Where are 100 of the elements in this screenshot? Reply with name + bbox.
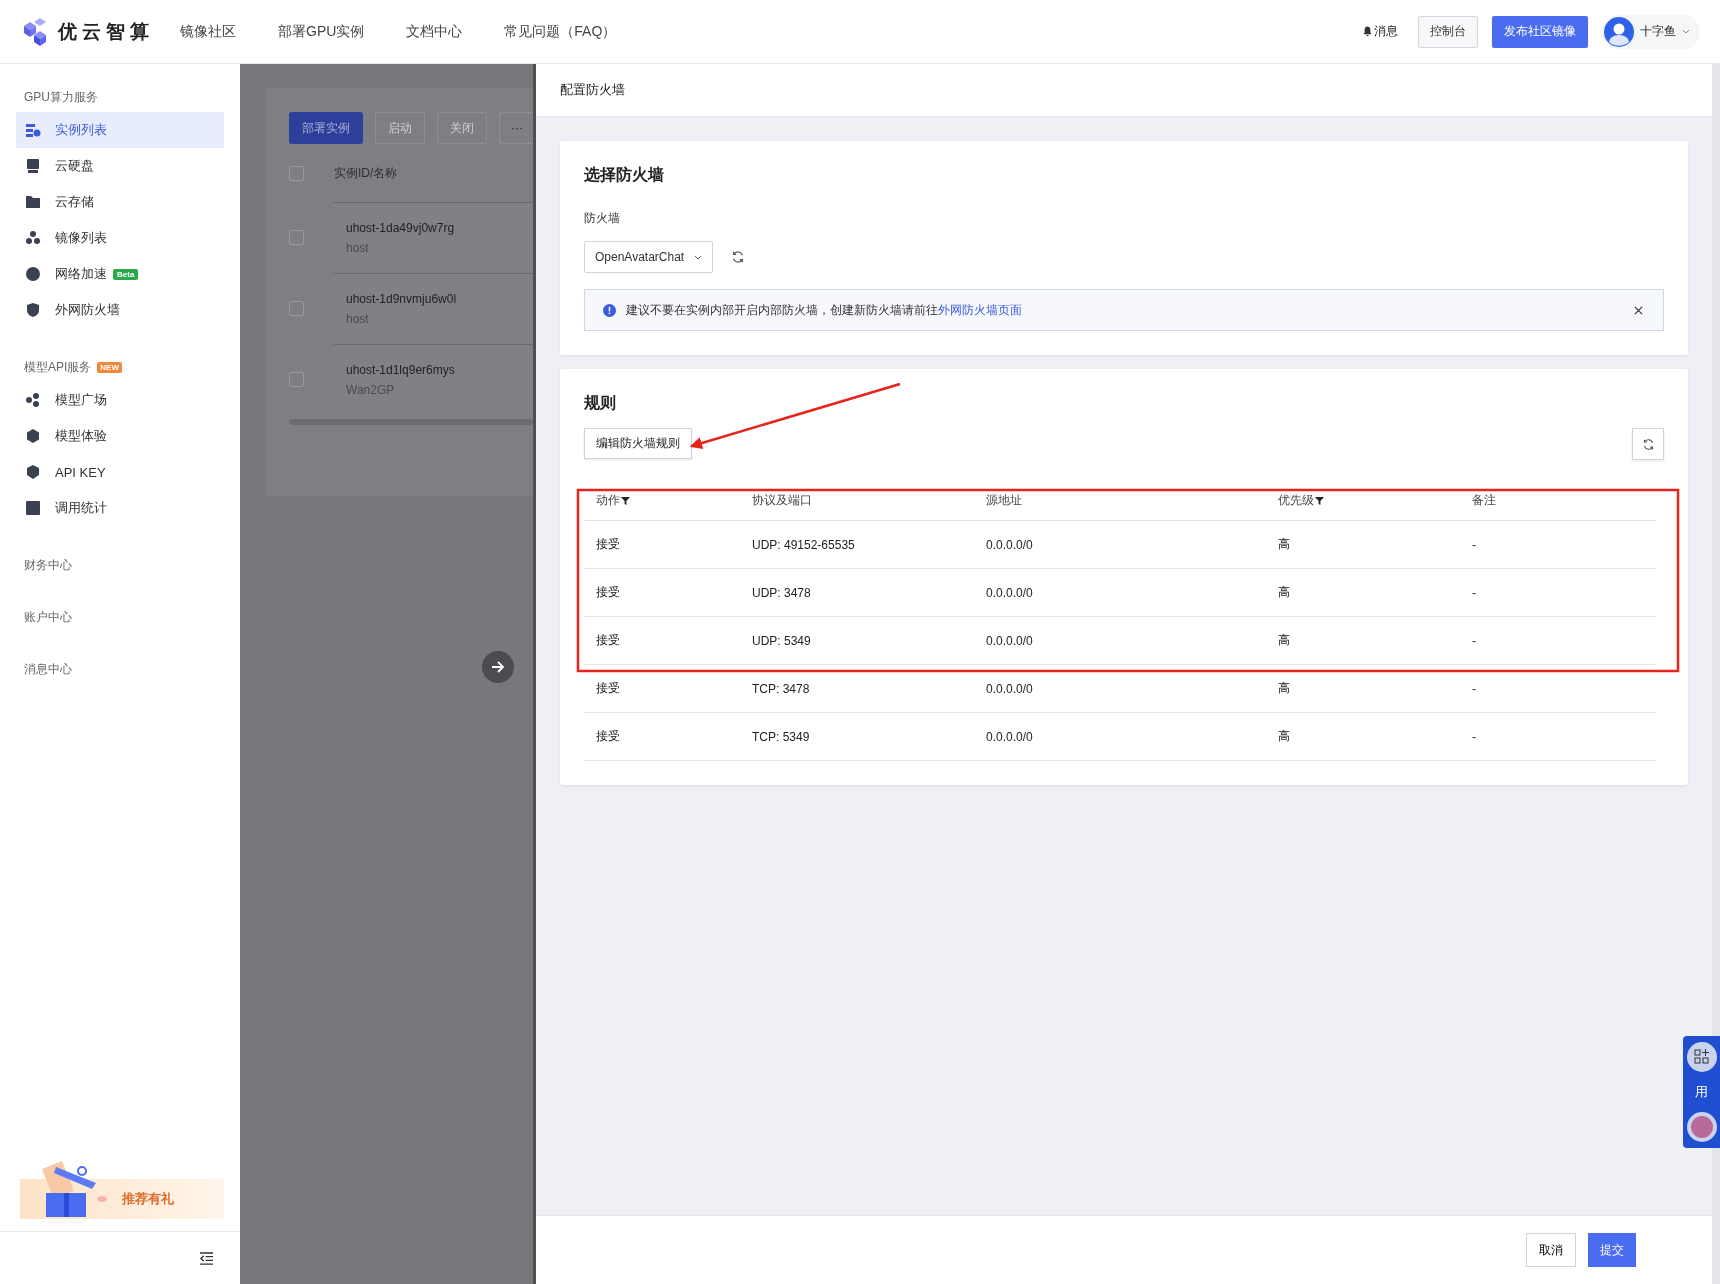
arrow-right-button[interactable] bbox=[482, 651, 514, 683]
qr-icon bbox=[1686, 1041, 1717, 1072]
publish-image-button[interactable]: 发布社区镜像 bbox=[1492, 15, 1588, 48]
cubes-icon bbox=[25, 230, 41, 246]
table-cell: 接受 bbox=[596, 584, 620, 601]
sidebar-item[interactable]: 模型体验 bbox=[16, 418, 224, 454]
new-badge: NEW bbox=[97, 361, 122, 373]
server-icon bbox=[25, 122, 41, 138]
collapse-menu-icon[interactable] bbox=[199, 1251, 214, 1265]
info-icon bbox=[603, 303, 616, 317]
drawer-title: 配置防火墙 bbox=[560, 81, 625, 99]
section-title: 模型API服务 bbox=[24, 358, 92, 376]
table-cell: 接受 bbox=[596, 728, 620, 745]
column-header: 实例ID/名称 bbox=[334, 164, 398, 182]
folder-icon bbox=[25, 194, 41, 210]
table-cell: UDP: 49152-65535 bbox=[752, 537, 855, 552]
checkbox[interactable] bbox=[289, 165, 304, 181]
cube-icon bbox=[25, 428, 41, 444]
field-label: 防火墙 bbox=[584, 210, 621, 227]
table-cell: - bbox=[1472, 729, 1476, 744]
table-cell: 接受 bbox=[596, 632, 620, 649]
table-cell: UDP: 5349 bbox=[752, 633, 811, 648]
section-title: 消息中心 bbox=[24, 660, 72, 678]
column-header[interactable]: 优先级 bbox=[1278, 491, 1324, 509]
column-header: 源地址 bbox=[986, 491, 1022, 509]
refresh-button[interactable] bbox=[1632, 428, 1664, 460]
filter-icon[interactable] bbox=[621, 495, 630, 505]
filter-icon[interactable] bbox=[1315, 495, 1324, 505]
close-icon[interactable] bbox=[1634, 305, 1643, 315]
nav-link[interactable]: 镜像社区 bbox=[180, 22, 236, 41]
avatar-icon bbox=[1604, 16, 1634, 47]
column-header: 协议及端口 bbox=[752, 491, 812, 509]
firewall-page-link[interactable]: 外网防火墙页面 bbox=[938, 302, 1022, 317]
checkbox[interactable] bbox=[289, 230, 304, 245]
sidebar-item[interactable]: 模型广场 bbox=[16, 382, 224, 418]
column-header: 备注 bbox=[1472, 491, 1496, 509]
table-cell: - bbox=[1472, 585, 1476, 600]
section-title: 账户中心 bbox=[24, 608, 72, 626]
chevron-down-icon bbox=[1682, 29, 1690, 34]
sidebar-item[interactable]: 镜像列表 bbox=[16, 220, 224, 256]
submit-button[interactable]: 提交 bbox=[1588, 1233, 1636, 1267]
table-cell: 接受 bbox=[596, 536, 620, 553]
table-cell: 接受 bbox=[596, 680, 620, 697]
notice-text: 建议不要在实例内部开启内部防火墙，创建新防火墙请前往外网防火墙页面 bbox=[626, 301, 1022, 319]
table-cell: 高 bbox=[1278, 584, 1290, 601]
table-cell: 0.0.0.0/0 bbox=[986, 585, 1033, 600]
arrow-right-icon bbox=[491, 660, 505, 674]
messages-link[interactable]: 消息 bbox=[1363, 23, 1398, 40]
table-cell: 0.0.0.0/0 bbox=[986, 729, 1033, 744]
sidebar-item[interactable]: 网络加速 Beta bbox=[16, 256, 224, 292]
sidebar-item[interactable]: 云存储 bbox=[16, 184, 224, 220]
sidebar-item[interactable]: 外网防火墙 bbox=[16, 292, 224, 328]
edit-rules-button[interactable]: 编辑防火墙规则 bbox=[584, 428, 692, 459]
sidebar-item[interactable]: API KEY bbox=[16, 454, 224, 490]
nav-link[interactable]: 文档中心 bbox=[406, 22, 463, 41]
sidebar-item[interactable]: 云硬盘 bbox=[16, 148, 224, 184]
section-title: 财务中心 bbox=[24, 556, 72, 574]
scrollbar[interactable] bbox=[1712, 64, 1720, 1284]
sidebar-item[interactable]: 调用统计 bbox=[16, 490, 224, 526]
checkbox[interactable] bbox=[289, 301, 304, 316]
column-header[interactable]: 动作 bbox=[596, 491, 630, 509]
beta-badge: Beta bbox=[113, 268, 139, 280]
refresh-icon[interactable] bbox=[731, 250, 746, 264]
instance-id: uhost-1d9nvmju6w0l bbox=[346, 292, 458, 306]
table-cell: TCP: 3478 bbox=[752, 681, 810, 696]
table-cell: 0.0.0.0/0 bbox=[986, 681, 1033, 696]
instance-id: uhost-1d1lq9er6mys bbox=[346, 363, 456, 377]
section-title: GPU算力服务 bbox=[24, 88, 98, 106]
monitor-icon bbox=[25, 158, 41, 174]
card-heading: 选择防火墙 bbox=[584, 165, 665, 185]
table-cell: - bbox=[1472, 681, 1476, 696]
toolbar-button[interactable]: 部署实例 bbox=[289, 112, 363, 144]
table-cell: 0.0.0.0/0 bbox=[986, 633, 1033, 648]
table-cell: 高 bbox=[1278, 680, 1290, 697]
refresh-icon bbox=[1641, 437, 1655, 451]
feedback-widget[interactable]: 用 bbox=[1683, 1036, 1720, 1148]
more-button[interactable]: ··· bbox=[499, 112, 533, 144]
shield-icon bbox=[25, 302, 41, 318]
console-button[interactable]: 控制台 bbox=[1418, 15, 1478, 48]
brand-name: 优云智算 bbox=[58, 19, 154, 44]
chevron-down-icon bbox=[694, 254, 703, 260]
nav-link[interactable]: 部署GPU实例 bbox=[278, 22, 365, 41]
table-cell: 高 bbox=[1278, 632, 1290, 649]
molecule-icon bbox=[25, 392, 41, 408]
card-heading: 规则 bbox=[584, 393, 617, 413]
table-cell: - bbox=[1472, 537, 1476, 552]
firewall-select[interactable]: OpenAvatarChat bbox=[584, 241, 714, 273]
table-cell: UDP: 3478 bbox=[752, 585, 811, 600]
checkbox[interactable] bbox=[289, 372, 304, 387]
sidebar-item[interactable]: 实例列表 bbox=[16, 112, 224, 148]
bell-icon bbox=[1363, 26, 1372, 37]
table-cell: 0.0.0.0/0 bbox=[986, 537, 1033, 552]
scrollbar[interactable] bbox=[289, 419, 533, 425]
table-cell: - bbox=[1472, 633, 1476, 648]
cancel-button[interactable]: 取消 bbox=[1526, 1233, 1576, 1267]
table-cell: 高 bbox=[1278, 728, 1290, 745]
nav-link[interactable]: 常见问题（FAQ） bbox=[504, 22, 617, 41]
user-menu[interactable]: 十字鱼 bbox=[1602, 14, 1700, 49]
table-cell: 高 bbox=[1278, 536, 1290, 553]
instance-id: uhost-1da49vj0w7rg bbox=[346, 221, 456, 235]
